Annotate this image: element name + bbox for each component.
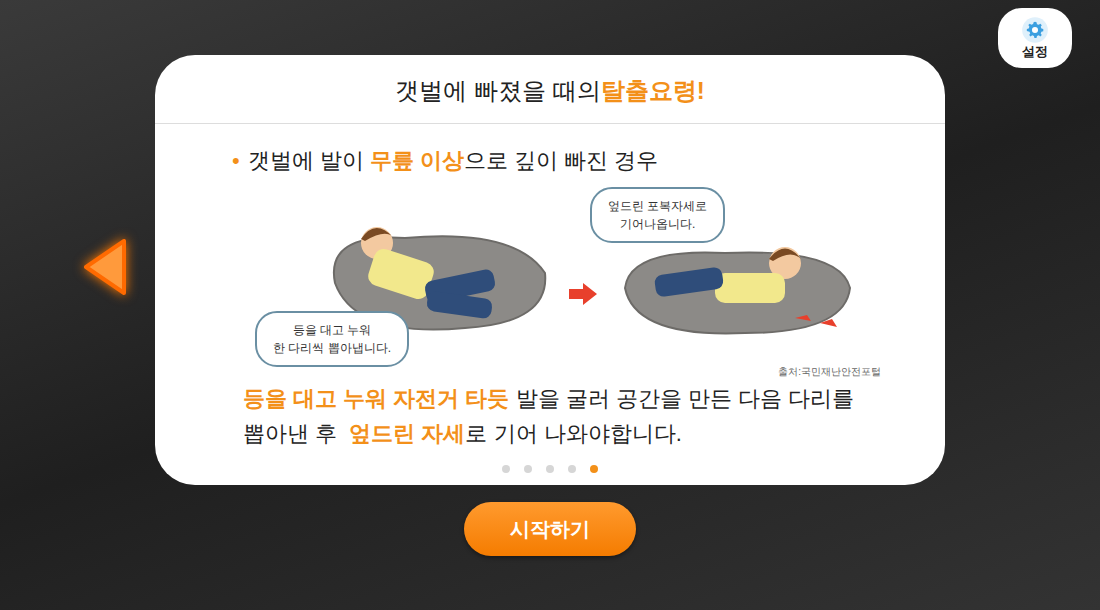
start-button[interactable]: 시작하기 [464, 502, 636, 556]
screen: 설정갯벌에 빠졌을 때의 탈출요령! • 갯벌에 발이 무릎 이상으로 깊이 빠진 … [0, 0, 1100, 610]
plain-text: 갯벌에 빠졌을 때의 [395, 73, 600, 109]
plain-text: 로 기어 나와야합니다. [465, 421, 681, 446]
bullet-marker: • [232, 144, 240, 177]
highlight-text: 탈출요령! [601, 73, 705, 109]
pagination [155, 465, 945, 473]
plain-text: 으로 깊이 빠진 경우 [464, 148, 658, 173]
info-card: 갯벌에 빠졌을 때의 탈출요령! • 갯벌에 발이 무릎 이상으로 깊이 빠진 경우… [155, 55, 945, 485]
description-line: 뽑아낸 후 엎드린 자세로 기어 나와야합니다. [243, 416, 929, 451]
bubble-line: 등을 대고 누워 [273, 321, 391, 339]
plain-text: 뽑아낸 후 [243, 421, 349, 446]
speech-bubble: 등을 대고 누워한 다리씩 뽑아냅니다. [255, 311, 409, 367]
page-dot[interactable] [568, 465, 576, 473]
card-title: 갯벌에 빠졌을 때의 탈출요령! [155, 55, 945, 123]
page-dot[interactable] [524, 465, 532, 473]
page-dot[interactable] [590, 465, 598, 473]
description-line: 등을 대고 누워 자전거 타듯 발을 굴러 공간을 만든 다음 다리를 [243, 381, 929, 416]
left-arrow-icon [80, 235, 130, 299]
bubble-line: 한 다리씩 뽑아냅니다. [273, 339, 391, 357]
page-dot[interactable] [502, 465, 510, 473]
divider [155, 123, 945, 124]
description: 등을 대고 누워 자전거 타듯 발을 굴러 공간을 만든 다음 다리를뽑아낸 후… [155, 381, 945, 451]
crawling-illustration [615, 233, 855, 343]
settings-label: 설정 [1022, 44, 1048, 60]
illustration: 등을 대고 누워한 다리씩 뽑아냅니다. 엎드린 포복자세로기어나옵니다. 출처:국… [155, 183, 945, 381]
plain-text: 갯벌에 발이 [248, 148, 370, 173]
speech-bubble: 엎드린 포복자세로기어나옵니다. [590, 187, 725, 243]
prev-button[interactable] [78, 232, 132, 302]
red-arrow-icon [569, 283, 597, 305]
bubble-line: 기어나옵니다. [608, 215, 707, 233]
bubble-line: 엎드린 포복자세로 [608, 197, 707, 215]
highlight-text: 등을 대고 누워 자전거 타듯 [243, 386, 509, 411]
settings-button[interactable]: 설정 [998, 8, 1072, 68]
bullet-line: • 갯벌에 발이 무릎 이상으로 깊이 빠진 경우 [155, 144, 945, 177]
source-caption: 출처:국민재난안전포털 [778, 364, 881, 379]
highlight-text: 엎드린 자세 [349, 421, 465, 446]
highlight-text: 무릎 이상 [370, 148, 464, 173]
plain-text: 발을 굴러 공간을 만든 다음 다리를 [509, 386, 854, 411]
page-dot[interactable] [546, 465, 554, 473]
gear-icon [1021, 16, 1049, 44]
